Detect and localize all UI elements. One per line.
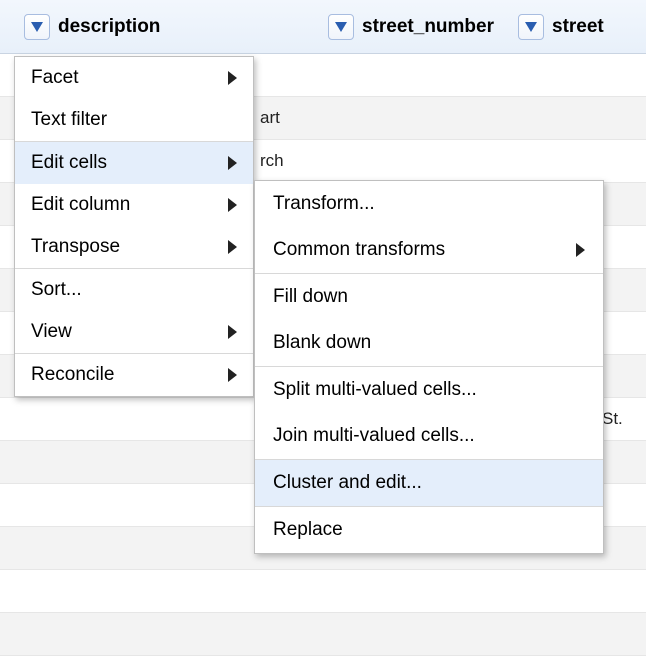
menu-item-sort[interactable]: Sort... xyxy=(15,269,253,311)
submenu-arrow-icon xyxy=(576,243,585,257)
column-label-street: street xyxy=(552,16,604,38)
menu-item-label: Edit column xyxy=(31,194,130,216)
submenu-item-join-multi[interactable]: Join multi-valued cells... xyxy=(255,413,603,459)
menu-item-label: Edit cells xyxy=(31,152,107,174)
submenu-item-label: Fill down xyxy=(273,286,348,308)
submenu-item-label: Split multi-valued cells... xyxy=(273,379,477,401)
table-row xyxy=(0,570,646,613)
submenu-arrow-icon xyxy=(228,368,237,382)
submenu-item-blank-down[interactable]: Blank down xyxy=(255,320,603,366)
dropdown-icon xyxy=(335,22,347,32)
menu-item-label: View xyxy=(31,321,72,343)
submenu-edit-cells: Transform... Common transforms Fill down… xyxy=(254,180,604,554)
column-label-description: description xyxy=(58,16,160,38)
table-row xyxy=(0,613,646,656)
column-header-description: description xyxy=(14,8,318,46)
menu-item-view[interactable]: View xyxy=(15,311,253,353)
submenu-item-replace[interactable]: Replace xyxy=(255,507,603,553)
submenu-arrow-icon xyxy=(228,240,237,254)
column-menu-button-description[interactable] xyxy=(24,14,50,40)
column-header-street: street xyxy=(508,8,646,46)
submenu-item-common-transforms[interactable]: Common transforms xyxy=(255,227,603,273)
submenu-item-label: Transform... xyxy=(273,193,375,215)
menu-item-facet[interactable]: Facet xyxy=(15,57,253,99)
submenu-arrow-icon xyxy=(228,71,237,85)
column-label-street-number: street_number xyxy=(362,16,494,38)
submenu-arrow-icon xyxy=(228,325,237,339)
submenu-item-split-multi[interactable]: Split multi-valued cells... xyxy=(255,367,603,413)
menu-item-label: Sort... xyxy=(31,279,82,301)
menu-item-reconcile[interactable]: Reconcile xyxy=(15,354,253,396)
submenu-item-transform[interactable]: Transform... xyxy=(255,181,603,227)
column-header-street-number: street_number xyxy=(318,8,508,46)
menu-item-text-filter[interactable]: Text filter xyxy=(15,99,253,141)
submenu-item-label: Blank down xyxy=(273,332,371,354)
menu-item-label: Transpose xyxy=(31,236,120,258)
submenu-item-fill-down[interactable]: Fill down xyxy=(255,274,603,320)
menu-item-edit-cells[interactable]: Edit cells xyxy=(15,142,253,184)
column-menu-button-street[interactable] xyxy=(518,14,544,40)
dropdown-icon xyxy=(31,22,43,32)
menu-item-transpose[interactable]: Transpose xyxy=(15,226,253,268)
submenu-arrow-icon xyxy=(228,198,237,212)
submenu-arrow-icon xyxy=(228,156,237,170)
submenu-item-cluster-edit[interactable]: Cluster and edit... xyxy=(255,460,603,506)
submenu-item-label: Common transforms xyxy=(273,239,445,261)
submenu-item-label: Cluster and edit... xyxy=(273,472,422,494)
column-menu-button-street-number[interactable] xyxy=(328,14,354,40)
column-menu: Facet Text filter Edit cells Edit column… xyxy=(14,56,254,397)
menu-item-edit-column[interactable]: Edit column xyxy=(15,184,253,226)
menu-item-label: Text filter xyxy=(31,109,107,131)
menu-item-label: Reconcile xyxy=(31,364,114,386)
menu-item-label: Facet xyxy=(31,67,79,89)
submenu-item-label: Join multi-valued cells... xyxy=(273,425,475,447)
dropdown-icon xyxy=(525,22,537,32)
submenu-item-label: Replace xyxy=(273,519,343,541)
table-header-row: description street_number street xyxy=(0,0,646,54)
